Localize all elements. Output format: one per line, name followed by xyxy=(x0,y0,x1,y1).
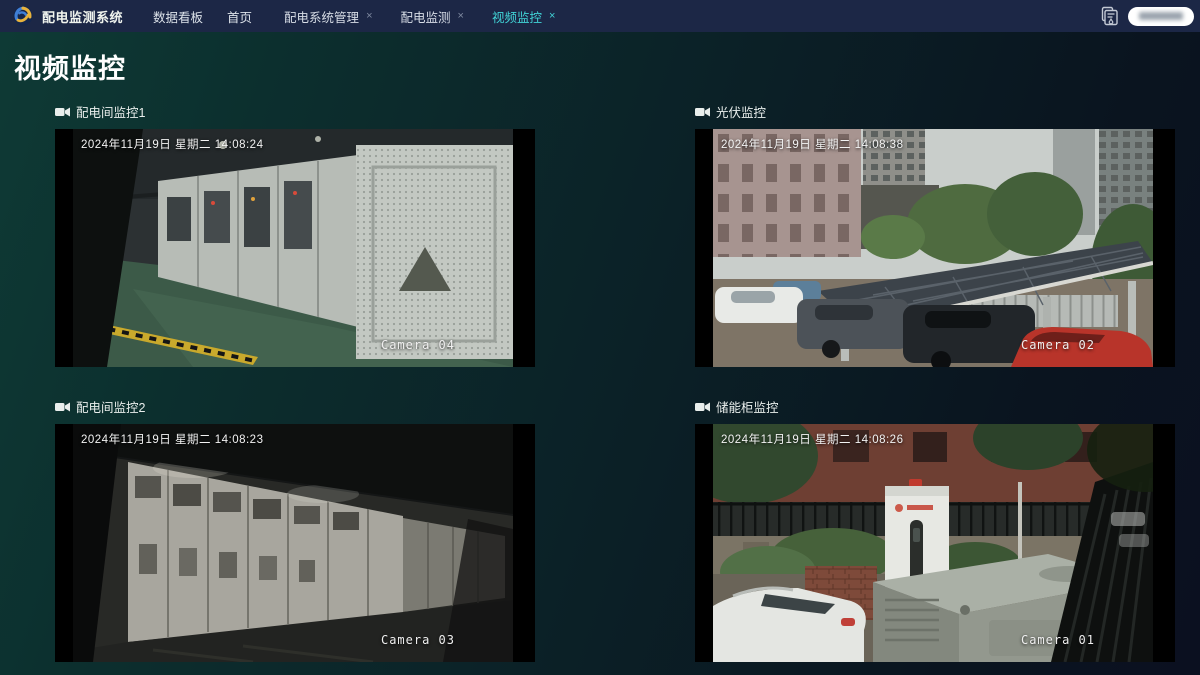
camera-feed-3: 2024年11月19日 星期二 14:08:23 Camera 03 xyxy=(55,424,535,662)
video-camera-icon xyxy=(55,106,70,118)
camera-label-1: 配电间监控1 xyxy=(55,102,535,121)
tab-label: 配电监测 xyxy=(401,7,451,26)
camera-scene-solar-carport xyxy=(713,129,1153,367)
close-icon[interactable]: × xyxy=(549,11,555,22)
tab-distribution-monitoring[interactable]: 配电监测 × xyxy=(401,7,464,26)
camera-feed-1: 2024年11月19日 星期二 14:08:24 Camera 04 xyxy=(55,129,535,367)
camera-title: 储能柜监控 xyxy=(716,397,779,416)
camera-label-3: 配电间监控2 xyxy=(55,397,535,416)
tab-label: 配电系统管理 xyxy=(284,7,359,26)
tab-distribution-system-management[interactable]: 配电系统管理 × xyxy=(284,7,372,26)
logo-swirl-icon xyxy=(12,5,34,27)
app-title: 配电监测系统 xyxy=(42,7,123,26)
video-camera-icon xyxy=(695,106,710,118)
timestamp-overlay: 2024年11月19日 星期二 14:08:24 xyxy=(81,136,263,152)
user-account-pill[interactable] xyxy=(1128,7,1194,26)
top-navbar: 配电监测系统 数据看板 首页 配电系统管理 × 配电监测 × 视频监控 × xyxy=(0,0,1200,32)
nav-tabs: 配电系统管理 × 配电监测 × 视频监控 × xyxy=(284,7,555,26)
camera-cell-2: 光伏监控 xyxy=(695,102,1175,367)
nav-item-dashboard[interactable]: 数据看板 xyxy=(153,7,203,26)
video-camera-icon xyxy=(695,401,710,413)
camera-title: 光伏监控 xyxy=(716,102,766,121)
close-icon[interactable]: × xyxy=(366,11,372,22)
redacted-username xyxy=(1139,12,1183,20)
camera-id-overlay: Camera 01 xyxy=(1021,633,1095,647)
camera-id-overlay: Camera 02 xyxy=(1021,338,1095,352)
camera-id-overlay: Camera 04 xyxy=(381,338,455,352)
video-camera-icon xyxy=(55,401,70,413)
camera-cell-4: 储能柜监控 xyxy=(695,397,1175,662)
nav-item-home[interactable]: 首页 xyxy=(227,7,252,26)
camera-feed-2: 2024年11月19日 星期二 14:08:38 Camera 02 xyxy=(695,129,1175,367)
camera-cell-3: 配电间监控2 xyxy=(55,397,535,662)
camera-title: 配电间监控1 xyxy=(76,102,145,121)
camera-label-2: 光伏监控 xyxy=(695,102,1175,121)
timestamp-overlay: 2024年11月19日 星期二 14:08:23 xyxy=(81,431,263,447)
timestamp-overlay: 2024年11月19日 星期二 14:08:26 xyxy=(721,431,903,447)
tab-video-surveillance[interactable]: 视频监控 × xyxy=(492,7,555,26)
tab-label: 视频监控 xyxy=(492,7,542,26)
camera-id-overlay: Camera 03 xyxy=(381,633,455,647)
main-content: 视频监控 配电间监控1 xyxy=(0,32,1200,675)
camera-scene-energy-storage xyxy=(713,424,1153,662)
camera-feed-4: 2024年11月19日 星期二 14:08:26 Camera 01 xyxy=(695,424,1175,662)
camera-title: 配电间监控2 xyxy=(76,397,145,416)
navbar-right xyxy=(1099,0,1194,32)
camera-label-4: 储能柜监控 xyxy=(695,397,1175,416)
camera-scene-switchgear-room-2 xyxy=(73,424,513,662)
page-title: 视频监控 xyxy=(0,32,1200,86)
camera-scene-switchgear-room-1 xyxy=(73,129,513,367)
close-icon[interactable]: × xyxy=(458,11,464,22)
timestamp-overlay: 2024年11月19日 星期二 14:08:38 xyxy=(721,136,903,152)
camera-cell-1: 配电间监控1 xyxy=(55,102,535,367)
document-icon[interactable] xyxy=(1099,6,1118,26)
nav-menu: 数据看板 首页 xyxy=(153,7,252,26)
camera-grid: 配电间监控1 xyxy=(55,102,1200,662)
